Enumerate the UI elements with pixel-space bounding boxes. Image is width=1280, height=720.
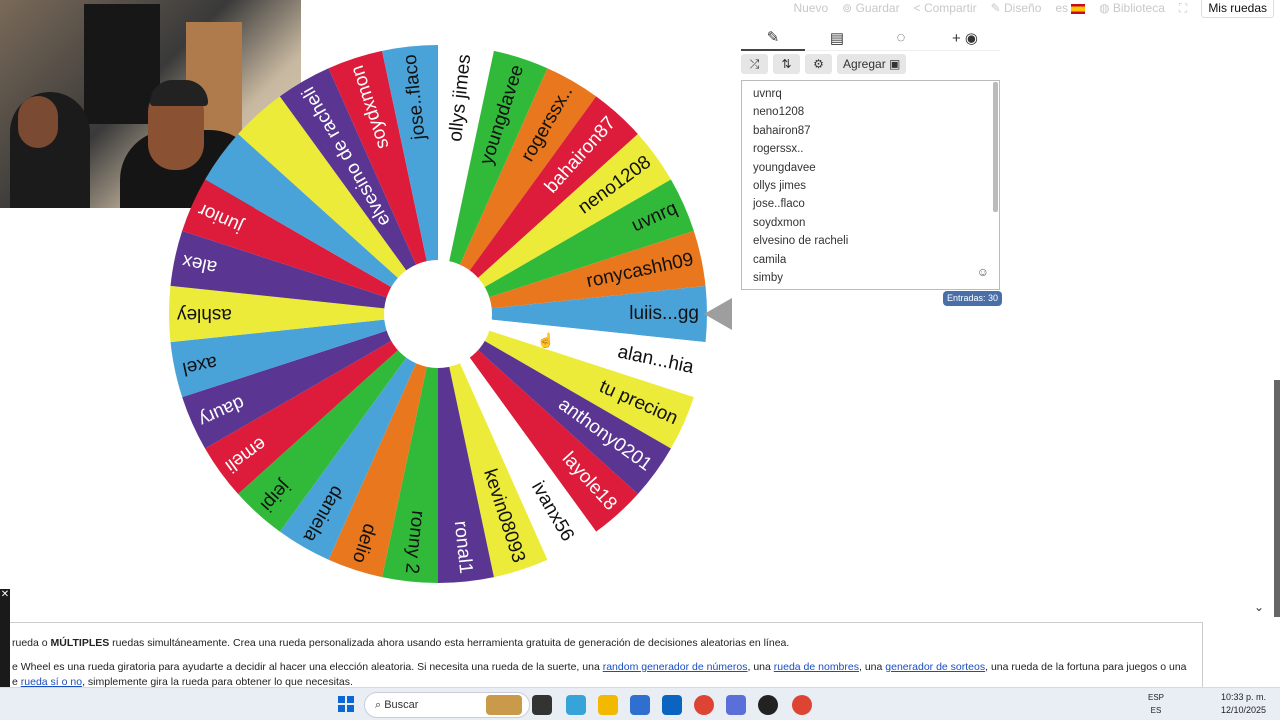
menu-guardar-label: Guardar	[855, 1, 900, 15]
chevron-down-icon[interactable]: ⌄	[1254, 600, 1264, 614]
overlay-close-icon[interactable]: ✕	[0, 589, 10, 687]
description-text: e Wheel es una rueda giratoria para ayud…	[12, 661, 603, 673]
wheel-svg[interactable]: luiis...ggalan...hiatu precionanthony020…	[168, 44, 708, 584]
list-item: soydxmon	[753, 216, 806, 229]
menu-diseno-label: Diseño	[1004, 1, 1042, 15]
list-item: jose..flaco	[753, 198, 805, 211]
clock[interactable]: 10:33 p. m. 12/10/2025	[1221, 691, 1266, 717]
description-text: ruedas simultáneamente. Crea una rueda p…	[109, 637, 790, 649]
menu-biblioteca[interactable]: ◍ Biblioteca	[1099, 1, 1165, 15]
file-explorer-icon[interactable]	[598, 695, 618, 715]
menu-compartir[interactable]: < Compartir	[914, 1, 977, 15]
add-color-icon[interactable]: + ◉	[933, 29, 997, 47]
add-image-button[interactable]: Agregar ▣	[837, 54, 907, 74]
app-icon[interactable]	[726, 695, 746, 715]
keyboard-code: ES	[1150, 706, 1162, 715]
wheel-segment-label: ashley	[177, 304, 232, 325]
list-item: rogerssx..	[753, 143, 804, 156]
menu-language-label: es	[1055, 1, 1069, 15]
link-raffle[interactable]: generador de sorteos	[885, 661, 985, 673]
description-text: , una rueda de la fortuna para juegos o …	[985, 661, 1187, 673]
mis-ruedas-button[interactable]: Mis ruedas	[1201, 0, 1274, 18]
clock-time: 10:33 p. m.	[1220, 692, 1266, 702]
webcam-person-left-head	[18, 96, 58, 148]
hide-icon[interactable]: ◌	[869, 29, 933, 46]
menu-compartir-label: Compartir	[923, 1, 977, 15]
app-black-icon[interactable]	[758, 695, 778, 715]
menu-biblioteca-label: Biblioteca	[1112, 1, 1165, 15]
menu-nuevo[interactable]: Nuevo	[793, 1, 828, 15]
description-text: , una	[859, 661, 886, 673]
description-line-1: rueda o MÚLTIPLES ruedas simultáneamente…	[12, 637, 789, 649]
wheel-center-hub[interactable]	[384, 260, 492, 368]
description-section: rueda o MÚLTIPLES ruedas simultáneamente…	[0, 617, 1280, 688]
shuffle-button[interactable]: ⤮	[741, 54, 768, 74]
spain-flag-icon	[1071, 3, 1086, 14]
add-image-label: Agregar	[843, 57, 886, 71]
description-text: , una	[747, 661, 774, 673]
store-icon[interactable]	[630, 695, 650, 715]
menu-language[interactable]: es	[1055, 1, 1086, 15]
taskbar-search-placeholder: Buscar	[384, 699, 419, 711]
entries-scrollbar[interactable]	[993, 82, 998, 212]
chrome-icon[interactable]	[694, 695, 714, 715]
menu-guardar[interactable]: ⊚ Guardar	[842, 1, 899, 15]
settings-button[interactable]: ⚙	[805, 54, 832, 74]
sort-button[interactable]: ⇅	[773, 54, 800, 74]
copilot-icon[interactable]	[566, 695, 586, 715]
language-indicator[interactable]: ESP ES	[1148, 691, 1164, 717]
mouse-cursor-icon: ☝	[537, 332, 555, 348]
page-scrollbar[interactable]	[1274, 380, 1280, 620]
fullscreen-icon[interactable]: ⛶	[1179, 1, 1187, 16]
description-bold: MÚLTIPLES	[50, 637, 110, 649]
list-item: uvnrq	[753, 88, 782, 100]
top-menu-bar: Nuevo ⊚ Guardar < Compartir ✎ Diseño es …	[300, 0, 1280, 18]
language-code: ESP	[1148, 693, 1165, 702]
chrome-active-icon[interactable]	[792, 695, 812, 715]
list-item: simby	[753, 271, 784, 284]
wheel-pointer-icon	[704, 298, 732, 330]
list-item: elvesino de racheli	[753, 235, 849, 248]
description-line-2: e Wheel es una rueda giratoria para ayud…	[12, 661, 1187, 673]
list-item: ollys jimes	[753, 179, 807, 192]
list-item: neno1208	[753, 106, 805, 119]
results-icon[interactable]: ▤	[805, 29, 869, 47]
panel-toolbar: ⤮ ⇅ ⚙ Agregar ▣	[741, 54, 1000, 76]
link-random-number[interactable]: random generador de números	[603, 661, 748, 673]
description-text: rueda o	[12, 637, 51, 649]
entries-panel: ✎ ▤ ◌ + ◉ ⤮ ⇅ ⚙ Agregar ▣ uvnrq neno1208…	[741, 25, 1000, 290]
windows-start-icon[interactable]	[338, 696, 354, 712]
task-view-icon[interactable]	[532, 695, 552, 715]
wheel-segment-label: luiis...gg	[629, 303, 699, 324]
outlook-icon[interactable]	[662, 695, 682, 715]
list-item: camila	[753, 253, 787, 266]
menu-diseno[interactable]: ✎ Diseño	[991, 1, 1042, 15]
clock-date: 12/10/2025	[1220, 705, 1266, 715]
link-name-wheel[interactable]: rueda de nombres	[774, 661, 859, 673]
entries-count-badge: Entradas: 30	[943, 291, 1003, 306]
entries-textarea[interactable]: uvnrq neno1208 bahairon87 rogerssx.. you…	[741, 80, 1000, 290]
panel-tabs: ✎ ▤ ◌ + ◉	[741, 25, 1000, 51]
emoji-icon[interactable]: ☺	[977, 265, 989, 279]
list-item: bahairon87	[753, 124, 811, 137]
spin-wheel[interactable]: luiis...gg alan...hia tu precion anthony020…	[168, 44, 708, 584]
windows-taskbar: ⌕ Buscar ESP ES 10:33 p. m. 12/10/2025	[0, 687, 1280, 720]
list-item: youngdavee	[753, 161, 816, 174]
news-widget-icon[interactable]	[486, 695, 522, 715]
edit-icon[interactable]: ✎	[741, 25, 805, 51]
